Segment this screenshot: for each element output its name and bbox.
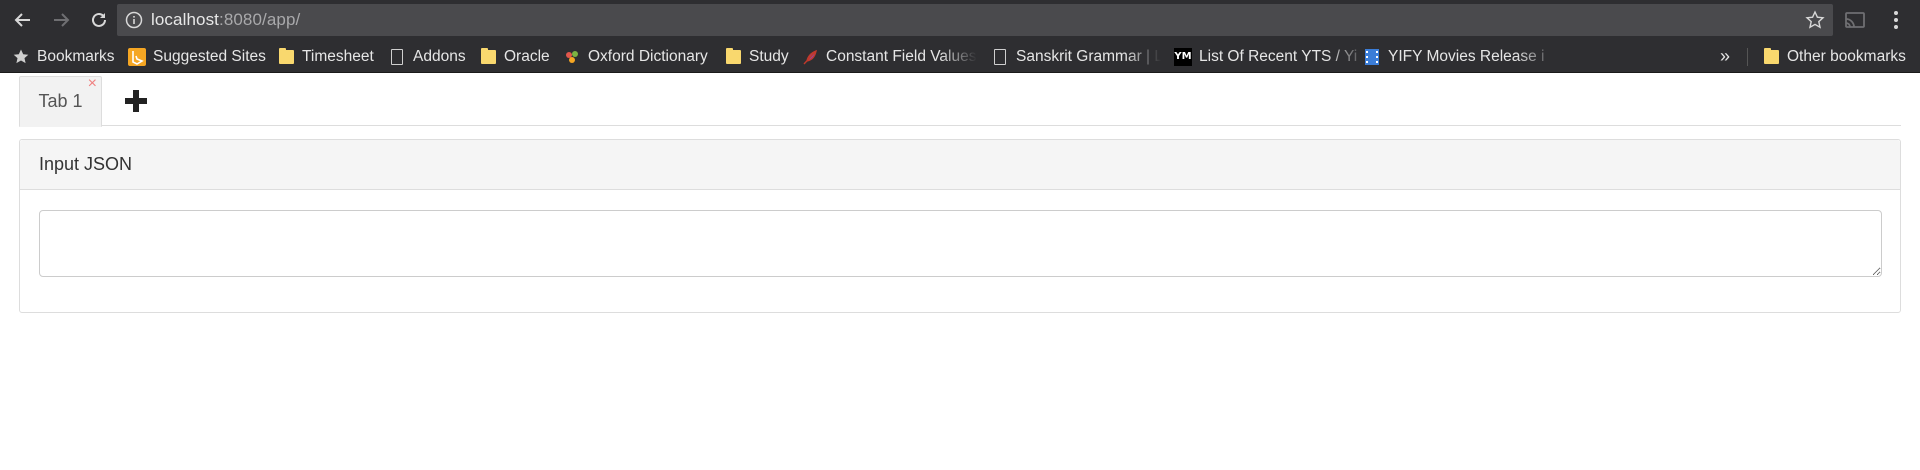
- reload-icon: [92, 12, 106, 27]
- json-input[interactable]: [39, 210, 1882, 277]
- bookmarks-overflow-button[interactable]: »: [1720, 40, 1730, 73]
- browser-toolbar: localhost:8080/app/: [0, 0, 1920, 40]
- bookmark-suggested-sites[interactable]: Suggested Sites: [128, 40, 266, 73]
- folder-icon: [724, 47, 742, 66]
- bookmark-study[interactable]: Study: [724, 40, 789, 73]
- info-icon[interactable]: [125, 11, 143, 29]
- forward-button[interactable]: [44, 3, 78, 37]
- bookmark-oxford-dictionary[interactable]: Oxford Dictionary: [563, 40, 708, 73]
- bookmark-timesheet[interactable]: Timesheet: [277, 40, 374, 73]
- page-content: Tab 1 × Input JSON: [0, 73, 1920, 470]
- folder-icon: [277, 47, 295, 66]
- tab-1[interactable]: Tab 1 ×: [19, 76, 102, 127]
- bing-icon: [128, 47, 146, 66]
- bookmarks-divider: [1747, 48, 1748, 66]
- page-icon: [388, 48, 406, 66]
- bookmark-list-of-recent-yts[interactable]: YM List Of Recent YTS / Yi: [1174, 40, 1369, 73]
- film-icon: [1363, 48, 1381, 66]
- ym-icon: YM: [1174, 47, 1192, 66]
- feather-icon: [801, 48, 819, 66]
- bookmarks-bar: Bookmarks Suggested Sites Timesheet Addo…: [0, 40, 1920, 73]
- page-icon: [991, 48, 1009, 66]
- panel-heading: Input JSON: [20, 140, 1900, 190]
- folder-icon: [479, 47, 497, 66]
- folder-icon: [1762, 47, 1780, 66]
- reload-button[interactable]: [82, 3, 116, 37]
- bookmark-yify-movies[interactable]: YIFY Movies Release i: [1363, 40, 1558, 73]
- bookmark-constant-field-values[interactable]: Constant Field Values: [801, 40, 977, 73]
- bookmark-star-icon[interactable]: [1805, 10, 1825, 30]
- oxford-icon: [563, 48, 581, 66]
- back-button[interactable]: [6, 3, 40, 37]
- address-bar[interactable]: localhost:8080/app/: [117, 4, 1833, 36]
- bookmark-sanskrit-grammar[interactable]: Sanskrit Grammar | Le: [991, 40, 1161, 73]
- close-tab-icon[interactable]: ×: [88, 76, 97, 92]
- kebab-menu-icon[interactable]: [1888, 8, 1904, 32]
- forward-arrow-icon: [54, 13, 70, 27]
- tab-bar: Tab 1 ×: [19, 76, 1901, 127]
- bookmark-other-bookmarks[interactable]: Other bookmarks: [1762, 40, 1906, 73]
- star-icon: [12, 48, 30, 66]
- tab-label: Tab 1: [38, 91, 83, 111]
- bookmark-addons[interactable]: Addons: [388, 40, 466, 73]
- input-json-panel: Input JSON: [19, 139, 1901, 313]
- bookmark-bookmarks[interactable]: Bookmarks: [12, 40, 115, 73]
- bookmark-oracle[interactable]: Oracle: [479, 40, 550, 73]
- url-text: localhost:8080/app/: [151, 10, 301, 29]
- back-arrow-icon: [14, 13, 30, 27]
- cast-icon[interactable]: [1844, 10, 1866, 30]
- add-tab-icon[interactable]: [123, 88, 149, 114]
